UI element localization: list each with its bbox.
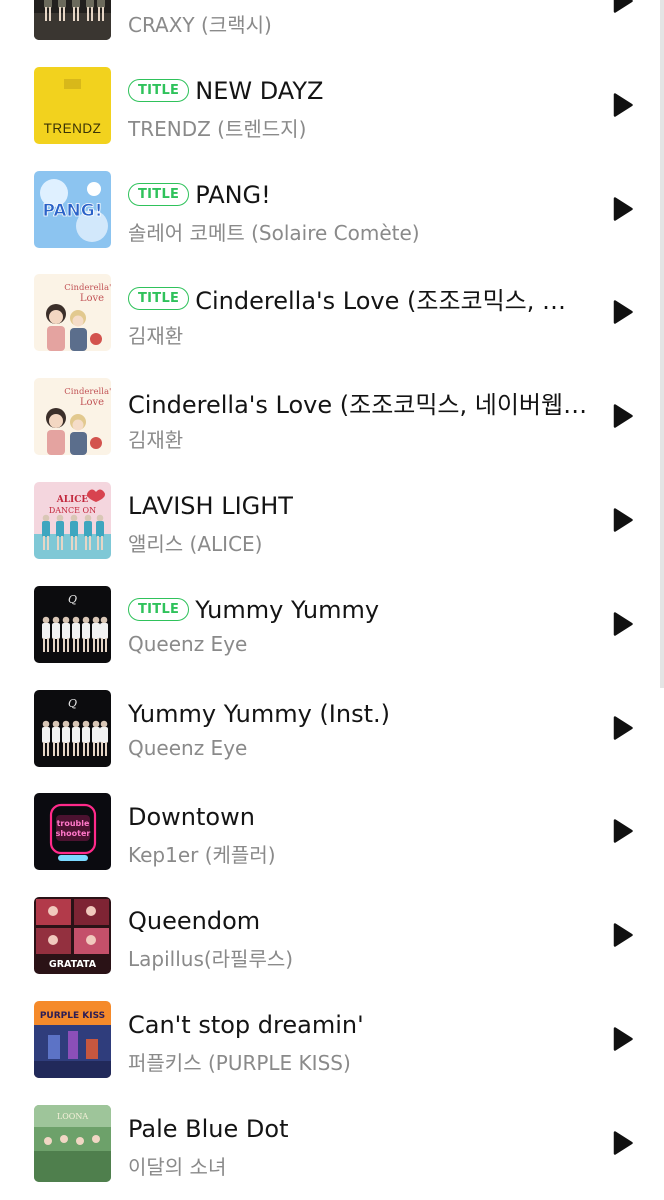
song-title-line: TITLE NEW DAYZ — [128, 74, 588, 108]
song-title: LAVISH LIGHT — [128, 491, 293, 520]
song-title: Downtown — [128, 803, 255, 832]
title-badge: TITLE — [128, 79, 190, 103]
song-title-line: Cinderella's Love (조조코믹스, 네이버웹… — [128, 385, 588, 419]
song-row[interactable]: TITLENUGUDOMCRAXY (크랙시) — [0, 0, 664, 40]
svg-text:Q: Q — [68, 697, 77, 710]
song-title-line: Queendom — [128, 904, 588, 938]
svg-text:trouble: trouble — [57, 819, 90, 828]
svg-text:DANCE ON: DANCE ON — [49, 506, 96, 515]
album-cover-cinderella[interactable]: Cinderella's Love — [34, 274, 111, 352]
play-icon[interactable] — [612, 404, 634, 428]
song-title: Queendom — [128, 907, 261, 936]
song-row[interactable]: LOONA Pale Blue Dot 이달의 소녀 — [0, 1070, 664, 1182]
song-artist[interactable]: Queenz Eye — [128, 736, 588, 760]
song-row[interactable]: Cinderella's Love TITLE Cinderella's Love… — [0, 239, 664, 352]
song-title-line: Can't stop dreamin' — [128, 1008, 588, 1042]
song-title: Can't stop dreamin' — [128, 1010, 364, 1039]
play-icon[interactable] — [612, 612, 634, 636]
svg-text:Q: Q — [68, 593, 77, 606]
svg-text:Love: Love — [80, 293, 104, 304]
album-cover-lapillus[interactable]: GRATATA — [34, 897, 111, 975]
title-badge: TITLE — [128, 286, 190, 310]
song-title: Cinderella's Love (조조코믹스, 네이… — [195, 286, 588, 315]
song-title: Cinderella's Love (조조코믹스, 네이버웹… — [128, 390, 588, 419]
album-cover-queenz-eye[interactable]: Q — [34, 689, 111, 767]
song-list: TITLENUGUDOMCRAXY (크랙시) TRENDZTITLENEW D… — [0, 0, 664, 1182]
song-title-line: Downtown — [128, 800, 588, 834]
song-title: PANG! — [195, 180, 271, 209]
album-cover-cinderella[interactable]: Cinderella's Love — [34, 378, 111, 456]
svg-text:LOONA: LOONA — [57, 1112, 88, 1121]
song-row[interactable]: trouble shooter Downtown Kep1er (케플러) — [0, 758, 664, 871]
play-icon[interactable] — [612, 196, 634, 221]
song-row[interactable]: GRATATA Queendom Lapillus(라필루스) — [0, 862, 664, 975]
svg-text:TRENDZ: TRENDZ — [44, 121, 102, 136]
song-title: Yummy Yummy — [195, 595, 380, 624]
song-title-line: TITLE PANG! — [128, 178, 588, 212]
song-row[interactable]: ALICE DANCE ON LAVISH LIGHT 앨리스 (ALICE) — [0, 447, 664, 559]
song-row[interactable]: TRENDZ TITLE NEW DAYZ TRENDZ (트렌드지) — [0, 32, 664, 144]
song-title-line: TITLE Yummy Yummy — [128, 593, 588, 627]
svg-text:shooter: shooter — [56, 829, 91, 838]
song-row[interactable]: PURPLE KISS Can't stop dreamin' 퍼플키스 (PUR… — [0, 966, 664, 1078]
play-icon[interactable] — [612, 1027, 634, 1051]
song-row[interactable]: Cinderella's Love Cinderella's Love (조조코… — [0, 343, 664, 456]
song-artist[interactable]: 이달의 소녀 — [128, 1151, 588, 1180]
song-title-line: TITLENUGUDOM — [128, 0, 588, 4]
svg-text:Cinderella's: Cinderella's — [64, 283, 111, 293]
song-title-line: TITLE Cinderella's Love (조조코믹스, 네이… — [128, 281, 588, 315]
play-icon[interactable] — [612, 300, 634, 325]
play-icon[interactable] — [612, 508, 634, 532]
title-badge: TITLE — [128, 598, 190, 622]
song-title: Yummy Yummy (Inst.) — [128, 699, 390, 728]
svg-text:Love: Love — [80, 397, 104, 408]
song-title-line: LAVISH LIGHT — [128, 489, 588, 523]
svg-text:Cinderella's: Cinderella's — [64, 387, 111, 397]
album-cover-alice[interactable]: ALICE DANCE ON — [34, 481, 111, 559]
song-row[interactable]: Q TITLE Yummy Yummy Queenz Eye — [0, 551, 664, 663]
scrollbar[interactable] — [660, 0, 664, 688]
song-row[interactable]: Q Yummy Yummy (Inst.) Queenz Eye — [0, 655, 664, 767]
play-icon[interactable] — [612, 0, 634, 13]
play-icon[interactable] — [612, 923, 634, 947]
svg-text:PANG!: PANG! — [43, 201, 103, 221]
album-cover-kep1er[interactable]: trouble shooter — [34, 793, 111, 871]
song-row[interactable]: PANG! TITLE PANG! 솔레어 코메트 (Solaire Comète) — [0, 136, 664, 248]
album-cover-loona[interactable]: LOONA — [34, 1104, 111, 1182]
song-title: Pale Blue Dot — [128, 1114, 289, 1143]
song-title-line: Yummy Yummy (Inst.) — [128, 697, 588, 731]
song-title-line: Pale Blue Dot — [128, 1112, 588, 1146]
album-cover-trendz[interactable]: TRENDZ — [34, 66, 111, 144]
title-badge: TITLE — [128, 183, 190, 207]
play-icon[interactable] — [612, 1131, 634, 1155]
album-cover-pang[interactable]: PANG! — [34, 170, 111, 248]
svg-text:ALICE: ALICE — [56, 495, 89, 505]
song-title: NUGUDOM — [195, 0, 325, 1]
song-artist[interactable]: Queenz Eye — [128, 632, 588, 656]
song-title: NEW DAYZ — [195, 76, 324, 105]
svg-text:PURPLE KISS: PURPLE KISS — [40, 1011, 105, 1021]
play-icon[interactable] — [612, 819, 634, 844]
play-icon[interactable] — [612, 715, 634, 740]
album-cover-purple-kiss[interactable]: PURPLE KISS — [34, 1000, 111, 1078]
album-cover-queenz-eye[interactable]: Q — [34, 585, 111, 663]
play-icon[interactable] — [612, 93, 634, 117]
